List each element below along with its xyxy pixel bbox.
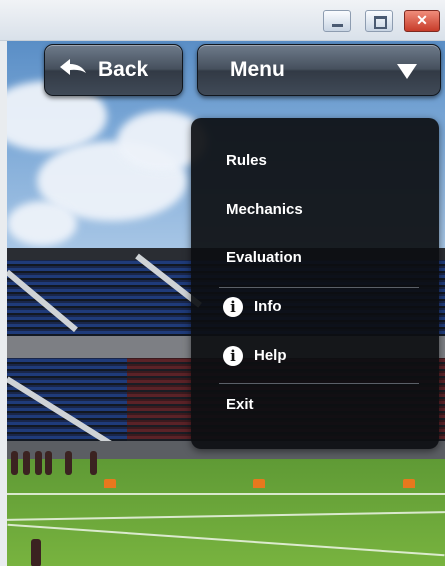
player [23,451,30,475]
pylon [253,479,265,488]
cloud [7,201,77,246]
player [35,451,42,475]
menu-item-label: Info [254,298,282,315]
yard-line [7,511,445,521]
window-titlebar: ✕ [0,0,445,41]
maximize-icon [374,16,387,29]
player [65,451,72,475]
football-field [7,451,445,566]
back-button-label: Back [98,58,149,81]
menu-dropdown-button[interactable]: Menu [197,44,441,96]
info-icon: i [223,346,243,366]
menu-item-mechanics[interactable]: Mechanics [191,188,439,232]
pylon [104,479,116,488]
menu-item-label: Rules [226,152,267,169]
stadium-stands-side [7,358,127,441]
menu-item-label: Exit [226,396,254,413]
player [90,451,97,475]
back-button[interactable]: Back [44,44,183,96]
menu-item-label: Evaluation [226,249,302,266]
player [45,451,52,475]
menu-item-help[interactable]: i Help [191,334,439,378]
menu-button-label: Menu [230,58,285,81]
menu-item-exit[interactable]: Exit [191,383,439,427]
yard-line [7,493,445,495]
player [31,539,41,566]
close-button[interactable]: ✕ [404,10,440,32]
window-left-border [0,0,7,566]
dropdown-arrow-icon [397,64,417,79]
minimize-icon [332,24,343,27]
maximize-button[interactable] [365,10,393,32]
menu-item-evaluation[interactable]: Evaluation [191,236,439,280]
info-icon: i [223,297,243,317]
pylon [403,479,415,488]
minimize-button[interactable] [323,10,351,32]
menu-item-info[interactable]: i Info [191,285,439,329]
player [11,451,18,475]
close-icon: ✕ [416,12,428,28]
menu-item-label: Mechanics [226,201,303,218]
menu-item-rules[interactable]: Rules [191,139,439,183]
back-arrow-icon [60,59,86,75]
menu-item-label: Help [254,347,287,364]
menu-dropdown: Rules Mechanics Evaluation i Info i Help… [191,118,439,449]
yard-line [7,523,445,557]
